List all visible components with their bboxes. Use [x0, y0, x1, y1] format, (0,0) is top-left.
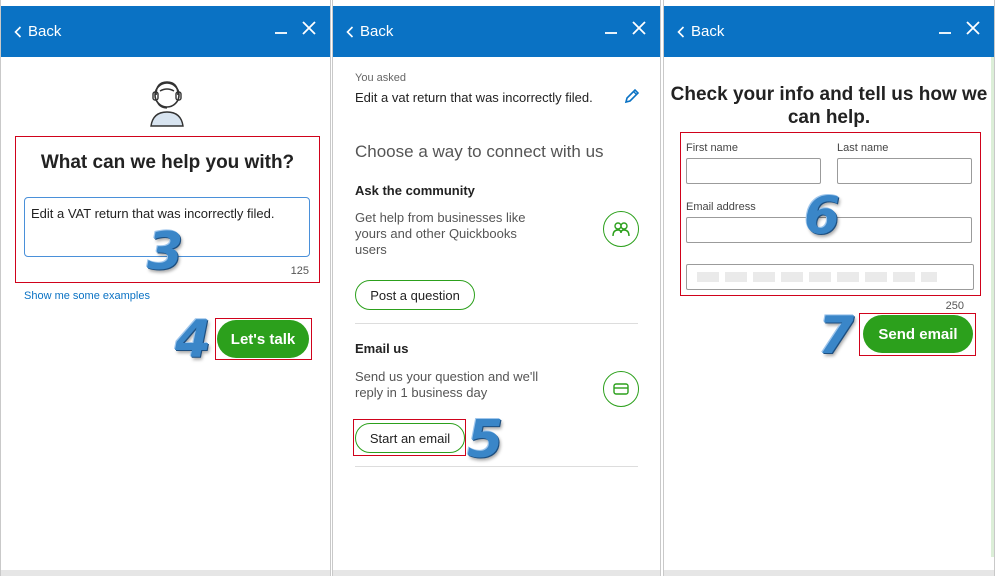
people-group-icon	[612, 222, 630, 237]
message-field[interactable]	[686, 264, 974, 290]
chevron-left-icon	[346, 25, 354, 38]
background-app-strip	[991, 57, 994, 557]
panel-header: Back	[664, 6, 994, 57]
step-number-6: 6	[804, 186, 841, 246]
help-panel-email-form: Back Check your info and tell us how we …	[663, 0, 995, 576]
send-email-button[interactable]: Send email	[863, 315, 973, 353]
chevron-left-icon	[14, 25, 22, 38]
question-heading: What can we help you with?	[40, 152, 295, 173]
back-button[interactable]: Back	[677, 23, 724, 40]
minimize-icon[interactable]	[274, 21, 288, 35]
char-counter: 125	[290, 265, 309, 277]
step-number-7: 7	[818, 306, 855, 366]
last-name-label: Last name	[837, 142, 889, 154]
message-placeholder-blur	[697, 272, 937, 282]
panel-bottom-edge	[664, 570, 994, 576]
window-controls	[604, 21, 646, 35]
last-name-field[interactable]	[837, 158, 972, 184]
back-label: Back	[360, 23, 394, 40]
email-address-label: Email address	[686, 201, 756, 213]
panel-bottom-edge	[333, 570, 660, 576]
close-icon[interactable]	[302, 21, 316, 35]
you-asked-label: You asked	[355, 72, 406, 84]
first-name-field[interactable]	[686, 158, 821, 184]
email-highlight-box	[353, 419, 466, 456]
pencil-edit-icon[interactable]	[623, 87, 641, 105]
envelope-icon	[613, 383, 629, 395]
post-question-button[interactable]: Post a question	[355, 280, 475, 310]
section-divider	[355, 323, 638, 324]
window-controls	[938, 21, 980, 35]
panel-bottom-edge	[1, 570, 330, 576]
show-examples-link[interactable]: Show me some examples	[24, 290, 150, 302]
community-description: Get help from businesses like yours and …	[355, 210, 526, 257]
community-title: Ask the community	[355, 183, 475, 198]
headset-agent-icon	[150, 81, 184, 127]
form-heading: Check your info and tell us how we can h…	[670, 84, 988, 128]
connect-heading: Choose a way to connect with us	[355, 142, 604, 161]
minimize-icon[interactable]	[604, 21, 618, 35]
back-label: Back	[28, 23, 62, 40]
first-name-label: First name	[686, 142, 738, 154]
panel-header: Back	[333, 6, 660, 57]
lets-talk-button[interactable]: Let's talk	[217, 320, 309, 358]
back-button[interactable]: Back	[14, 23, 61, 40]
email-us-title: Email us	[355, 341, 409, 356]
step-number-4: 4	[175, 310, 212, 370]
help-flow-screenshot: Back What can we help you with? Edit a V…	[0, 0, 995, 576]
step-number-3: 3	[147, 222, 184, 282]
step-number-5: 5	[467, 410, 504, 470]
window-controls	[274, 21, 316, 35]
email-description: Send us your question and we'll reply in…	[355, 369, 539, 400]
community-icon-circle	[603, 211, 639, 247]
help-panel-ask: Back What can we help you with? Edit a V…	[0, 0, 331, 576]
help-panel-connect: Back You asked Edit a vat return that wa…	[332, 0, 661, 576]
back-button[interactable]: Back	[346, 23, 393, 40]
back-label: Back	[691, 23, 725, 40]
close-icon[interactable]	[966, 21, 980, 35]
email-icon-circle	[603, 371, 639, 407]
asked-question-text: Edit a vat return that was incorrectly f…	[355, 90, 593, 105]
panel-header: Back	[1, 6, 330, 57]
char-counter: 250	[945, 300, 964, 312]
minimize-icon[interactable]	[938, 21, 952, 35]
chevron-left-icon	[677, 25, 685, 38]
close-icon[interactable]	[632, 21, 646, 35]
